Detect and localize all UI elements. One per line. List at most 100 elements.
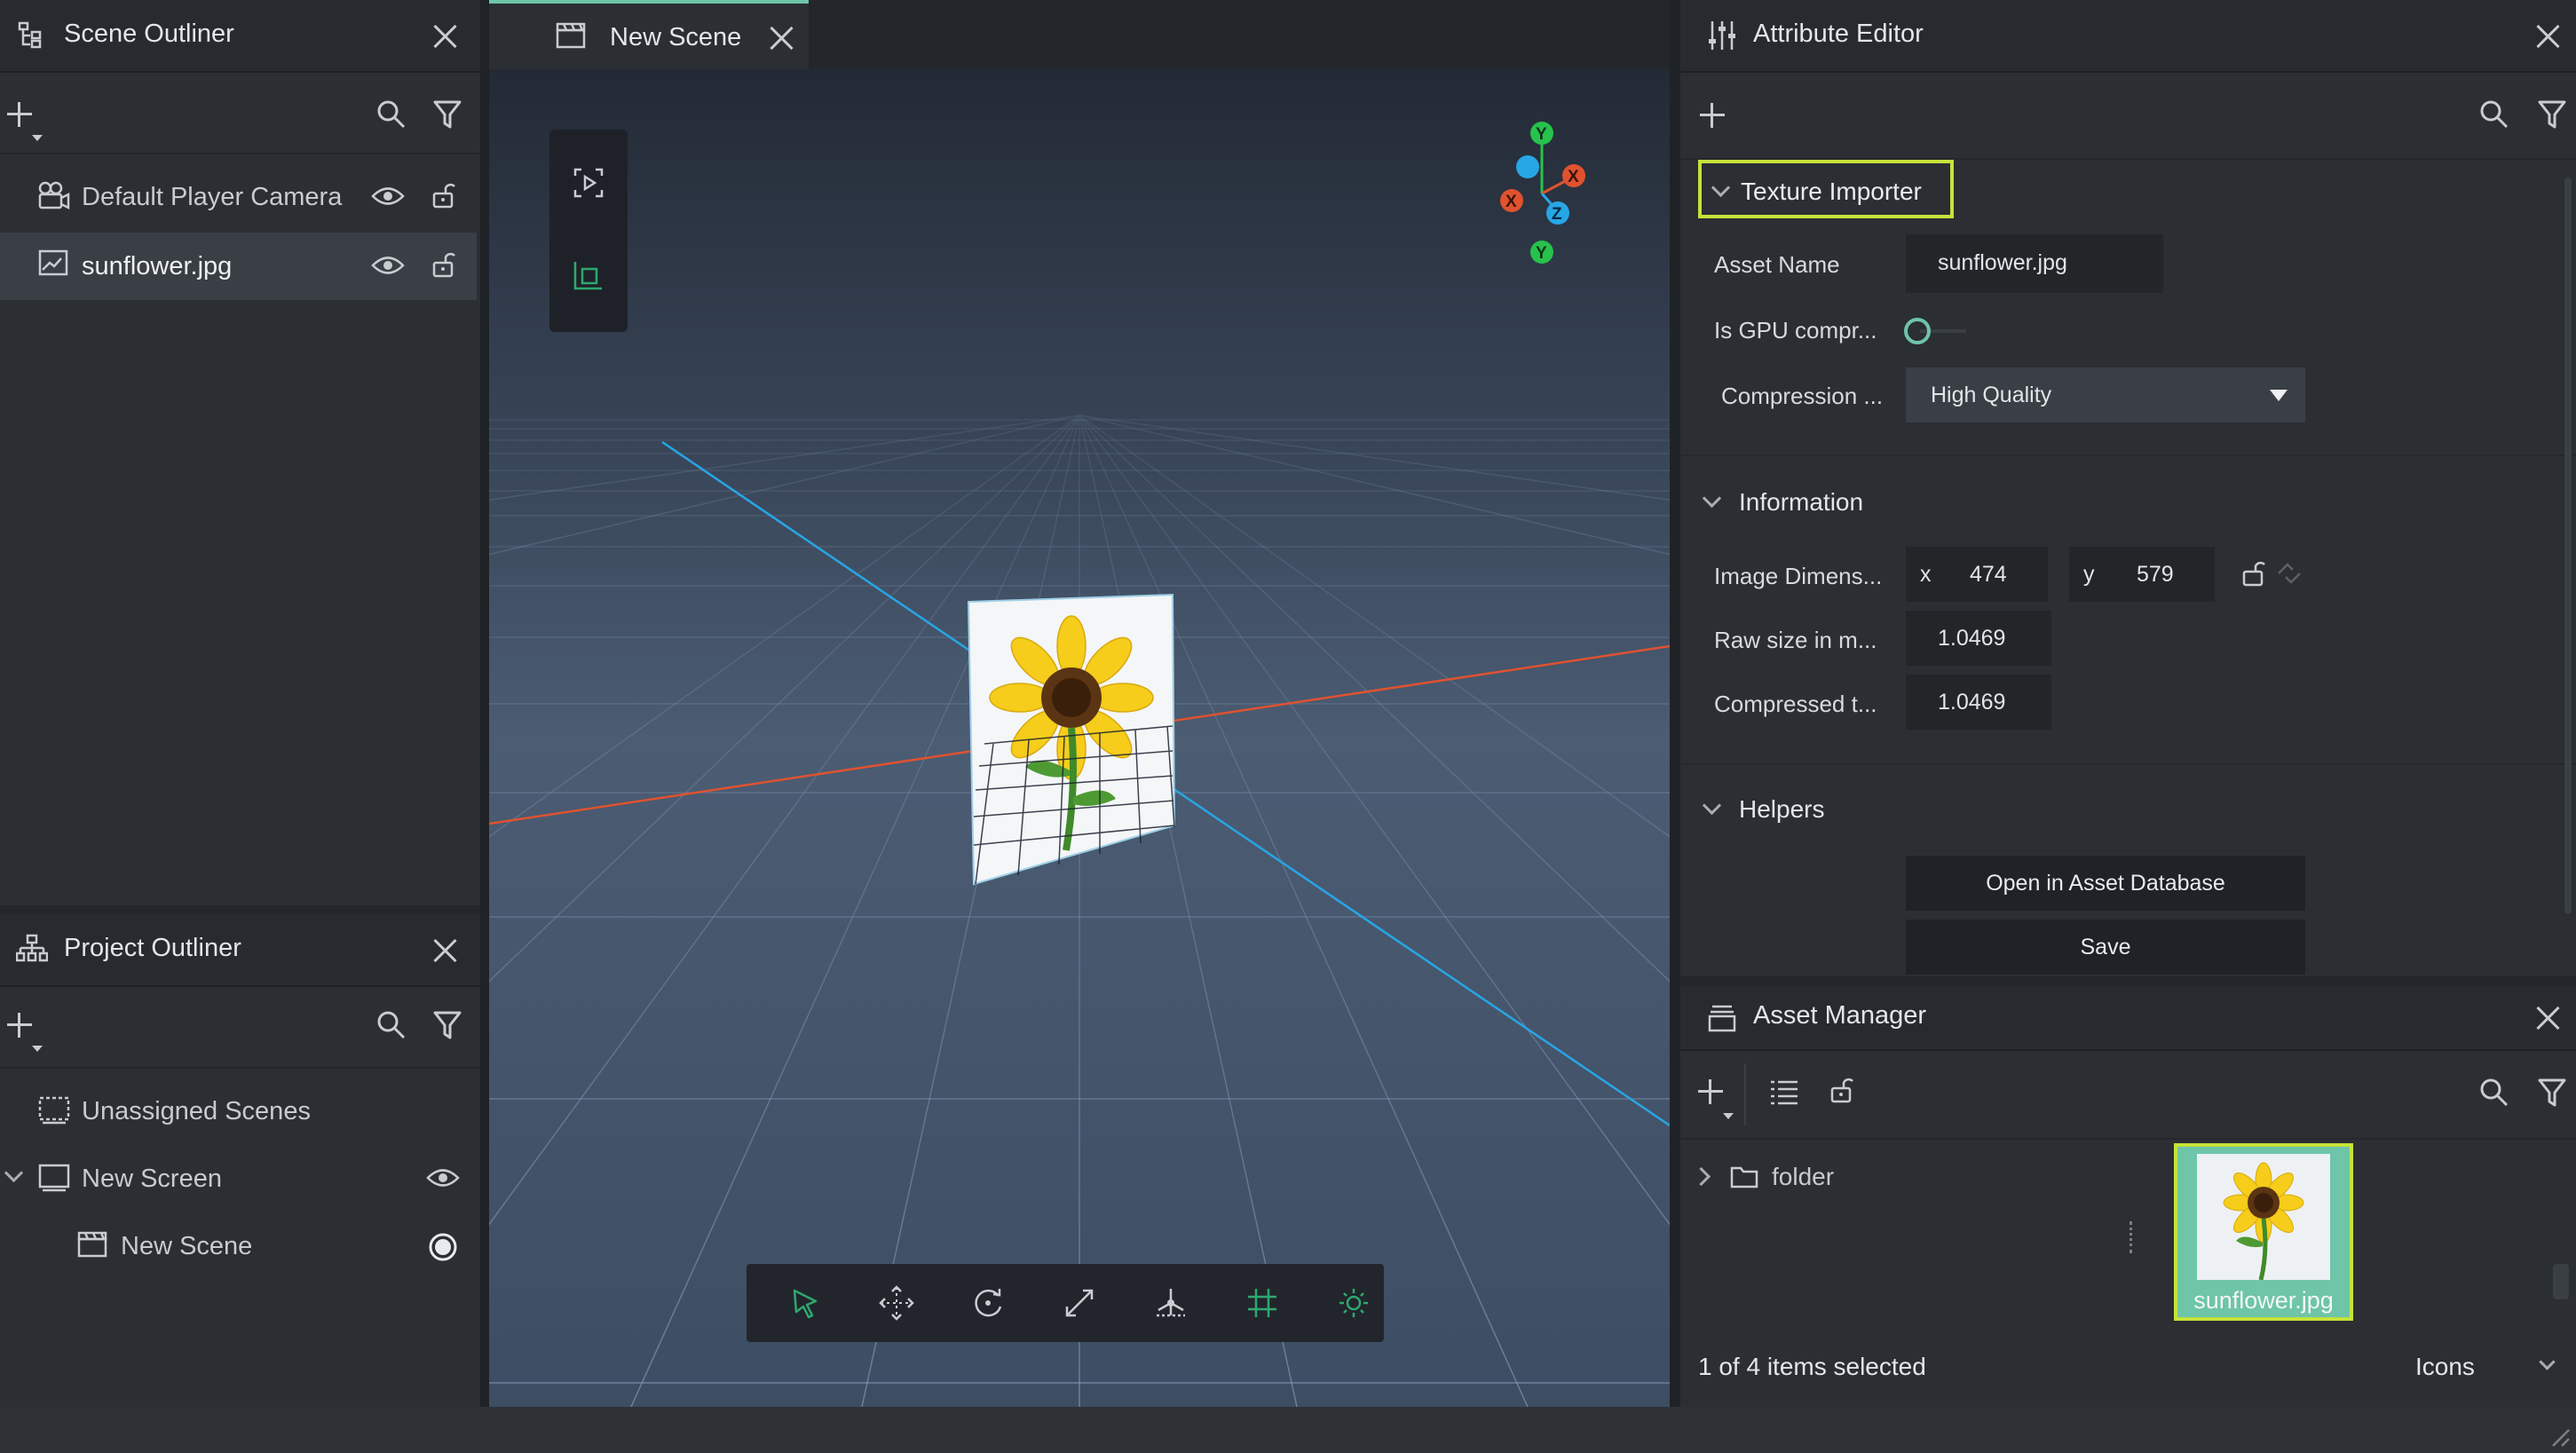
helpers-header[interactable]: Helpers — [1680, 781, 2035, 834]
project-outliner-title: Project Outliner — [64, 934, 241, 962]
screen-icon — [37, 1163, 71, 1193]
transform-toolbar — [747, 1264, 1384, 1342]
left-splitter[interactable] — [480, 0, 489, 1407]
camera-icon — [37, 181, 71, 211]
folder-icon — [1730, 1165, 1758, 1189]
asset-name-label: Asset Name — [1714, 251, 1840, 278]
chevron-down-icon[interactable] — [32, 1046, 43, 1052]
move-icon[interactable] — [872, 1278, 921, 1328]
unlock-icon[interactable] — [1829, 1076, 1854, 1104]
compressed-size-label: Compressed t... — [1714, 691, 1877, 717]
viewport-3d[interactable]: Y X Z X Y — [489, 69, 1670, 1407]
outliner-item-camera[interactable]: Default Player Camera — [0, 163, 480, 231]
lock-aspect-icon[interactable] — [2241, 559, 2266, 588]
sunflower-quad[interactable] — [967, 593, 1176, 886]
link-icon[interactable] — [2275, 559, 2303, 588]
filter-icon[interactable] — [433, 99, 462, 130]
attribute-editor-header: Attribute Editor — [1680, 0, 2576, 73]
attribute-scrollbar[interactable] — [2564, 178, 2572, 914]
chevron-down-icon[interactable] — [1723, 1113, 1734, 1119]
thumbnail-label: sunflower.jpg — [2193, 1287, 2334, 1314]
pivot-icon[interactable] — [1146, 1278, 1196, 1328]
folder-tree-item[interactable]: folder — [1680, 1150, 2089, 1204]
status-bar — [0, 1407, 2576, 1453]
y-value: 579 — [2137, 562, 2174, 587]
scale-icon[interactable] — [1055, 1278, 1104, 1328]
texture-importer-header[interactable]: Texture Importer — [1698, 160, 1954, 218]
chevron-down-icon — [1711, 178, 1731, 198]
resize-grip-icon[interactable] — [2546, 1423, 2571, 1448]
search-icon[interactable] — [376, 99, 407, 130]
close-icon[interactable] — [430, 21, 460, 51]
list-view-icon[interactable] — [1769, 1078, 1799, 1106]
grid-snap-icon[interactable] — [1237, 1278, 1287, 1328]
project-outliner-panel: Project Outliner Unassigned Scenes New S… — [0, 914, 480, 1407]
compressed-size-value: 1.0469 — [1938, 690, 2006, 715]
x-label: x — [1920, 562, 1932, 587]
play-camera-icon[interactable] — [573, 167, 604, 199]
asset-name-field[interactable]: sunflower.jpg — [1906, 234, 2163, 293]
tab-new-scene[interactable]: New Scene — [489, 0, 809, 69]
asset-manager-header: Asset Manager — [1680, 985, 2576, 1051]
dimension-y-field[interactable]: y 579 — [2069, 547, 2215, 602]
light-icon[interactable] — [1329, 1278, 1379, 1328]
dropdown-arrow-icon — [2270, 390, 2288, 401]
save-button[interactable]: Save — [1906, 920, 2305, 975]
eye-icon[interactable] — [371, 254, 405, 277]
filter-icon[interactable] — [433, 1010, 462, 1040]
orientation-gizmo[interactable]: Y X Z X Y — [1462, 119, 1622, 270]
scene-clapper-icon — [555, 21, 587, 50]
asset-manager-toolbar — [1680, 1051, 2576, 1140]
attribute-editor-toolbar — [1680, 73, 2576, 160]
information-header[interactable]: Information — [1680, 474, 2035, 527]
outliner-item-sunflower[interactable]: sunflower.jpg — [0, 233, 477, 300]
raw-size-field: 1.0469 — [1906, 611, 2051, 666]
unlock-icon[interactable] — [431, 181, 456, 209]
search-icon[interactable] — [376, 1010, 407, 1040]
raw-size-label: Raw size in m... — [1714, 627, 1877, 653]
chevron-down-icon[interactable] — [32, 135, 43, 141]
project-item-new-screen[interactable]: New Screen — [0, 1145, 480, 1212]
chevron-right-icon[interactable] — [1691, 1166, 1711, 1187]
project-item-unassigned-scenes[interactable]: Unassigned Scenes — [0, 1078, 480, 1145]
add-icon[interactable] — [7, 1013, 32, 1038]
unlock-icon[interactable] — [431, 250, 456, 279]
add-icon[interactable] — [7, 102, 32, 127]
right-splitter[interactable] — [1670, 0, 1680, 1407]
view-mode-select[interactable]: Icons — [2373, 1344, 2570, 1394]
gpu-compression-toggle[interactable] — [1902, 314, 1973, 346]
scene-outliner-toolbar — [0, 73, 480, 154]
search-icon[interactable] — [2479, 99, 2509, 130]
asset-thumbnail-sunflower[interactable]: sunflower.jpg — [2174, 1143, 2353, 1321]
add-icon[interactable] — [1698, 1079, 1723, 1104]
active-scene-radio-icon[interactable] — [428, 1232, 458, 1262]
asset-scrollbar[interactable] — [2553, 1264, 2569, 1299]
frame-icon[interactable] — [573, 259, 604, 291]
chevron-down-icon[interactable] — [4, 1163, 24, 1183]
add-icon[interactable] — [1700, 103, 1725, 128]
open-in-asset-database-button[interactable]: Open in Asset Database — [1906, 856, 2305, 911]
scene-clapper-icon — [76, 1230, 108, 1259]
sunflower-thumbnail-image — [2197, 1154, 2330, 1280]
outliner-item-label: sunflower.jpg — [82, 252, 233, 280]
compression-select[interactable]: High Quality — [1906, 367, 2305, 422]
close-icon[interactable] — [2533, 1003, 2563, 1033]
outliner-item-label: Default Player Camera — [82, 183, 343, 211]
dimension-x-field[interactable]: x 474 — [1906, 547, 2048, 602]
close-icon[interactable] — [430, 936, 460, 966]
filter-icon[interactable] — [2538, 1078, 2566, 1108]
search-icon[interactable] — [2479, 1078, 2509, 1108]
project-item-new-scene[interactable]: New Scene — [0, 1212, 480, 1280]
select-cursor-icon[interactable] — [780, 1278, 830, 1328]
close-tab-icon[interactable] — [766, 23, 796, 53]
eye-icon[interactable] — [426, 1166, 460, 1189]
rotate-icon[interactable] — [963, 1278, 1013, 1328]
close-icon[interactable] — [2533, 21, 2563, 51]
pane-splitter-handle[interactable] — [2130, 1221, 2136, 1253]
panel-divider[interactable] — [0, 905, 480, 914]
button-label: Save — [2080, 935, 2131, 959]
chevron-down-icon — [1702, 488, 1722, 509]
dashed-screen-icon — [37, 1095, 71, 1125]
filter-icon[interactable] — [2538, 99, 2566, 130]
eye-icon[interactable] — [371, 185, 405, 208]
